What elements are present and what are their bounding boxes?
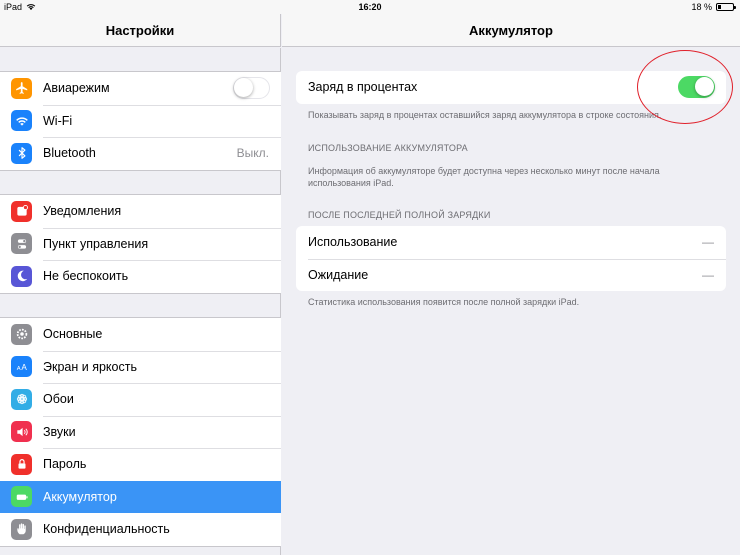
airplane-toggle[interactable] <box>233 77 270 100</box>
sidebar-item-label: Пункт управления <box>43 236 149 251</box>
clock: 16:20 <box>358 2 382 12</box>
row-separator <box>43 227 281 229</box>
sidebar-group-connectivity: Авиарежим Wi-Fi Bluetooth Выкл. <box>0 71 281 171</box>
standby-row: Ожидание — <box>296 258 726 292</box>
wifi-icon <box>11 110 32 132</box>
percent-label: Заряд в процентах <box>308 80 418 95</box>
sidebar-group-notifications: Уведомления Пункт управления Не беспокоить <box>0 194 281 294</box>
standby-label: Ожидание <box>308 267 369 282</box>
sidebar-item-battery[interactable]: Аккумулятор <box>0 480 281 513</box>
sidebar-item-label: Основные <box>43 327 103 342</box>
hand-icon <box>11 518 32 540</box>
usage-value: — <box>702 235 714 250</box>
status-right: 18 % <box>691 0 736 14</box>
sidebar-item-speaker[interactable]: Звуки <box>0 415 281 449</box>
sidebar-item-hand[interactable]: Конфиденциальность <box>0 513 281 546</box>
gear-icon <box>11 323 32 345</box>
sidebar-item-label: Wi-Fi <box>43 113 73 128</box>
usage-header: ИСПОЛЬЗОВАНИЕ АККУМУЛЯТОРА <box>308 143 468 153</box>
row-separator <box>43 448 281 449</box>
sidebar-item-gear[interactable]: Основные <box>0 318 281 351</box>
sidebar-item-label: Звуки <box>43 424 76 439</box>
usage-label: Использование <box>308 235 398 250</box>
sidebar-item-label: Экран и яркость <box>43 359 137 374</box>
svg-text:A: A <box>21 363 27 372</box>
sidebar-item-label: Не беспокоить <box>43 269 129 284</box>
battery-percent: 18 % <box>691 2 712 12</box>
sidebar-item-notifications[interactable]: Уведомления <box>0 195 281 228</box>
sidebar-item-label: Обои <box>43 392 74 407</box>
svg-text:A: A <box>16 366 20 372</box>
row-separator <box>43 104 281 106</box>
row-separator <box>43 383 281 384</box>
bluetooth-icon <box>11 142 32 164</box>
row-separator <box>43 137 281 138</box>
sidebar-group-general: Основные A A Экран и яркость Обои Звуки Пароль… <box>0 317 281 547</box>
status-bar: iPad 16:20 18 % <box>0 0 740 14</box>
row-separator <box>43 415 281 417</box>
wallpaper-icon <box>11 388 32 410</box>
moon-icon <box>11 265 32 287</box>
control-center-icon <box>11 233 32 255</box>
since-card: Использование — Ожидание — <box>296 226 726 291</box>
row-separator <box>43 260 281 261</box>
sidebar-item-label: Bluetooth <box>43 146 96 161</box>
sidebar-title: Настройки <box>0 14 281 47</box>
since-footnote: Статистика использования появится после … <box>308 297 580 307</box>
sidebar-item-moon[interactable]: Не беспокоить <box>0 260 281 293</box>
sidebar-item-lock[interactable]: Пароль <box>0 448 281 481</box>
sidebar-item-label: Конфиденциальность <box>43 522 170 537</box>
speaker-icon <box>11 421 32 443</box>
standby-value: — <box>702 267 714 282</box>
lock-icon <box>11 453 32 475</box>
toggle-knob <box>234 78 253 98</box>
usage-row: Использование — <box>296 226 726 259</box>
battery-fill <box>718 5 721 9</box>
airplane-icon <box>11 77 32 99</box>
sidebar: Авиарежим Wi-Fi Bluetooth Выкл. Уведомления… <box>0 48 281 555</box>
battery-settings-pane: Заряд в процентах Показывать заряд в про… <box>282 48 740 555</box>
sidebar-item-label: Аккумулятор <box>43 489 117 504</box>
sidebar-item-label: Пароль <box>43 457 87 472</box>
sidebar-item-display[interactable]: A A Экран и яркость <box>0 350 281 384</box>
sidebar-item-wifi[interactable]: Wi-Fi <box>0 104 281 138</box>
sidebar-item-label: Авиарежим <box>43 81 110 96</box>
usage-footnote: Информация об аккумуляторе будет доступн… <box>308 166 660 188</box>
sidebar-item-control-center[interactable]: Пункт управления <box>0 227 281 261</box>
battery-icon <box>11 486 32 508</box>
sidebar-item-value: Выкл. <box>236 146 269 161</box>
since-header: ПОСЛЕ ПОСЛЕДНЕЙ ПОЛНОЙ ЗАРЯДКИ <box>308 210 491 220</box>
sidebar-item-label: Уведомления <box>43 204 122 219</box>
annotation-circle <box>637 50 733 124</box>
notifications-icon <box>11 200 32 222</box>
battery-status-icon <box>716 3 736 11</box>
page-title: Аккумулятор <box>282 14 740 47</box>
sidebar-item-bluetooth[interactable]: Bluetooth Выкл. <box>0 137 281 170</box>
row-separator <box>43 350 281 352</box>
sidebar-item-airplane[interactable]: Авиарежим <box>0 72 281 105</box>
display-icon: AA <box>11 356 32 378</box>
sidebar-item-wallpaper[interactable]: Обои <box>0 383 281 416</box>
